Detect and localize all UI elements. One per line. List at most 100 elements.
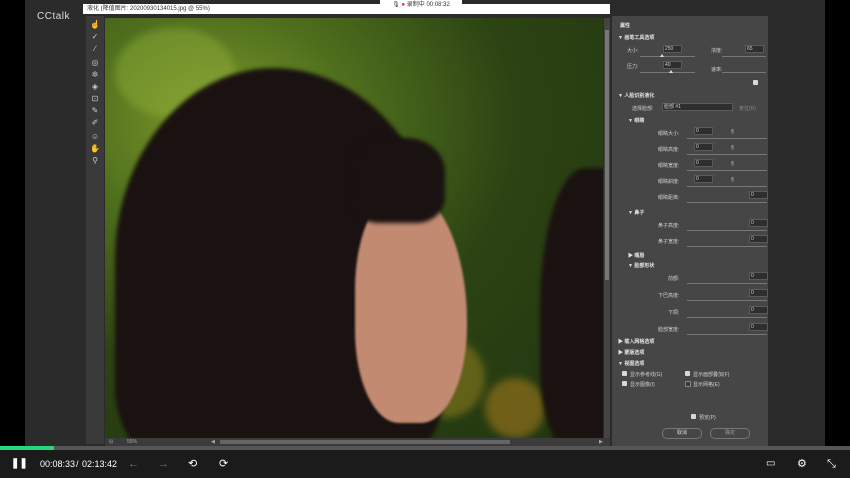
current-time: 00:08:33 [40, 459, 76, 469]
eye-size-slider[interactable] [687, 138, 767, 139]
mask-section-header[interactable]: ▶ 蒙版选项 [618, 349, 644, 356]
rewind-icon[interactable]: ⟲ [188, 457, 197, 471]
eye-size-field[interactable]: 0 [694, 127, 713, 135]
forward-warp-tool-icon[interactable]: ☝ [90, 20, 100, 29]
face-width-slider[interactable] [687, 334, 767, 335]
zoom-tool-icon[interactable]: ⚲ [90, 156, 100, 165]
show-guides-checkbox[interactable] [622, 371, 627, 376]
eye-height-field[interactable]: 0 [694, 143, 713, 151]
nose-height-slider[interactable] [687, 230, 767, 231]
reset-button[interactable]: 复位(R) [739, 105, 756, 112]
fast-forward-icon[interactable]: ⟳ [219, 457, 228, 471]
mesh-section-header[interactable]: ▶ 载入网格选项 [618, 338, 654, 345]
nose-section-header[interactable]: ▼ 鼻子 [628, 209, 644, 216]
recording-indicator: 🎙 ● 录制中 00:08:32 [380, 0, 462, 11]
eye-row-label: 眼睛高度: [658, 147, 680, 153]
twirl-tool-icon[interactable]: ◎ [90, 58, 100, 67]
forehead-slider[interactable] [687, 283, 767, 284]
pressure-slider[interactable] [640, 72, 695, 73]
nose-row-label: 鼻子高度: [658, 223, 680, 229]
select-face-dropdown[interactable]: 脸部 #1 [662, 103, 733, 111]
liquify-toolbar: ☝ ✓ ∕ ◎ ✲ ◈ ⊡ ✎ ✐ ☺ ✋ ⚲ [86, 16, 104, 444]
density-slider[interactable] [722, 56, 766, 57]
link-icon[interactable]: § [731, 129, 734, 135]
jawline-slider[interactable] [687, 317, 767, 318]
forehead-field[interactable]: 0 [749, 272, 768, 280]
show-face-overlay-checkbox[interactable] [685, 371, 690, 376]
theater-mode-icon[interactable]: ▭ [766, 457, 775, 471]
pause-icon[interactable]: ❚❚ [11, 457, 28, 471]
reconstruct-tool-icon[interactable]: ✓ [90, 32, 100, 41]
ok-button[interactable]: 确定 [710, 428, 750, 439]
scroll-right-icon[interactable]: ▶ [599, 438, 603, 446]
bloat-tool-icon[interactable]: ◈ [90, 82, 100, 91]
size-slider-knob[interactable] [660, 54, 664, 57]
nose-width-slider[interactable] [687, 246, 767, 247]
face-tool-icon[interactable]: ☺ [90, 132, 100, 141]
canvas-vertical-scrollbar[interactable] [604, 18, 610, 438]
face-aware-section-header[interactable]: ▼ 人脸识别液化 [618, 92, 654, 99]
scroll-thumb[interactable] [605, 30, 609, 280]
pressure-field[interactable]: 40 [663, 61, 682, 69]
select-face-label: 选择脸部: [632, 106, 654, 112]
face-width-field[interactable]: 0 [749, 323, 768, 331]
link-icon[interactable]: § [731, 177, 734, 183]
eye-distance-slider[interactable] [687, 202, 767, 203]
eye-width-field[interactable]: 0 [694, 159, 713, 167]
brush-section-header[interactable]: ▼ 画笔工具选项 [618, 34, 654, 41]
gear-icon[interactable]: ⚙ [797, 457, 807, 471]
preview-label: 预览(P) [699, 415, 716, 421]
push-left-tool-icon[interactable]: ⊡ [90, 94, 100, 103]
eye-height-slider[interactable] [687, 154, 767, 155]
eyes-section-header[interactable]: ▼ 眼睛 [628, 117, 644, 124]
eye-tilt-field[interactable]: 0 [694, 175, 713, 183]
horizontal-scroll-thumb[interactable] [220, 440, 510, 444]
rate-slider[interactable] [722, 72, 766, 73]
link-icon[interactable]: § [731, 145, 734, 151]
scroll-left-icon[interactable]: ◀ [211, 438, 215, 446]
show-mesh-label: 显示网格(E) [693, 382, 720, 388]
zoom-out-icon[interactable]: ⊟ [109, 438, 113, 446]
rate-label: 速率: [711, 67, 723, 73]
chin-height-slider[interactable] [687, 300, 767, 301]
mouth-section-header[interactable]: ▶ 嘴唇 [628, 252, 644, 259]
image-canvas[interactable] [105, 18, 603, 438]
density-field[interactable]: 65 [745, 45, 764, 53]
total-time: 02:13:42 [82, 459, 118, 469]
view-section-header[interactable]: ▼ 视图选项 [618, 360, 644, 367]
second-head-shape [540, 168, 603, 438]
smooth-tool-icon[interactable]: ∕ [90, 44, 100, 53]
nose-height-field[interactable]: 0 [749, 219, 768, 227]
freeze-mask-tool-icon[interactable]: ✎ [90, 106, 100, 115]
bangs-shape [350, 138, 445, 223]
link-icon[interactable]: § [731, 161, 734, 167]
player-controls: ❚❚ 00:08:33 / 02:13:42 ← → ⟲ ⟳ ▭ ⚙ ⤡ [0, 450, 850, 478]
eye-distance-field[interactable]: 0 [749, 191, 768, 199]
stylus-pressure-checkbox[interactable] [753, 80, 758, 85]
bokeh-light [485, 378, 545, 438]
show-image-checkbox[interactable] [622, 381, 627, 386]
next-icon[interactable]: → [158, 457, 169, 471]
previous-icon[interactable]: ← [128, 457, 139, 471]
exit-fullscreen-icon[interactable]: ⤡ [827, 457, 836, 471]
thaw-mask-tool-icon[interactable]: ✐ [90, 118, 100, 127]
show-face-overlay-label: 显示面部叠加(F) [693, 372, 730, 378]
jawline-field[interactable]: 0 [749, 306, 768, 314]
chin-height-field[interactable]: 0 [749, 289, 768, 297]
preview-checkbox[interactable] [691, 414, 696, 419]
zoom-level[interactable]: 55% [127, 438, 137, 446]
cancel-button[interactable]: 取消 [662, 428, 702, 439]
show-mesh-checkbox[interactable] [685, 381, 691, 387]
size-field[interactable]: 250 [663, 45, 682, 53]
pucker-tool-icon[interactable]: ✲ [90, 70, 100, 79]
hand-tool-icon[interactable]: ✋ [90, 144, 100, 153]
video-right-margin [768, 0, 825, 446]
face-shape-section-header[interactable]: ▼ 脸部形状 [628, 262, 654, 269]
nose-width-field[interactable]: 0 [749, 235, 768, 243]
eye-width-slider[interactable] [687, 170, 767, 171]
face-row-label: 下颌: [668, 310, 680, 316]
face-row-label: 脸部宽度: [658, 327, 680, 333]
eye-tilt-slider[interactable] [687, 186, 767, 187]
pressure-slider-knob[interactable] [669, 70, 673, 73]
size-slider[interactable] [640, 56, 695, 57]
